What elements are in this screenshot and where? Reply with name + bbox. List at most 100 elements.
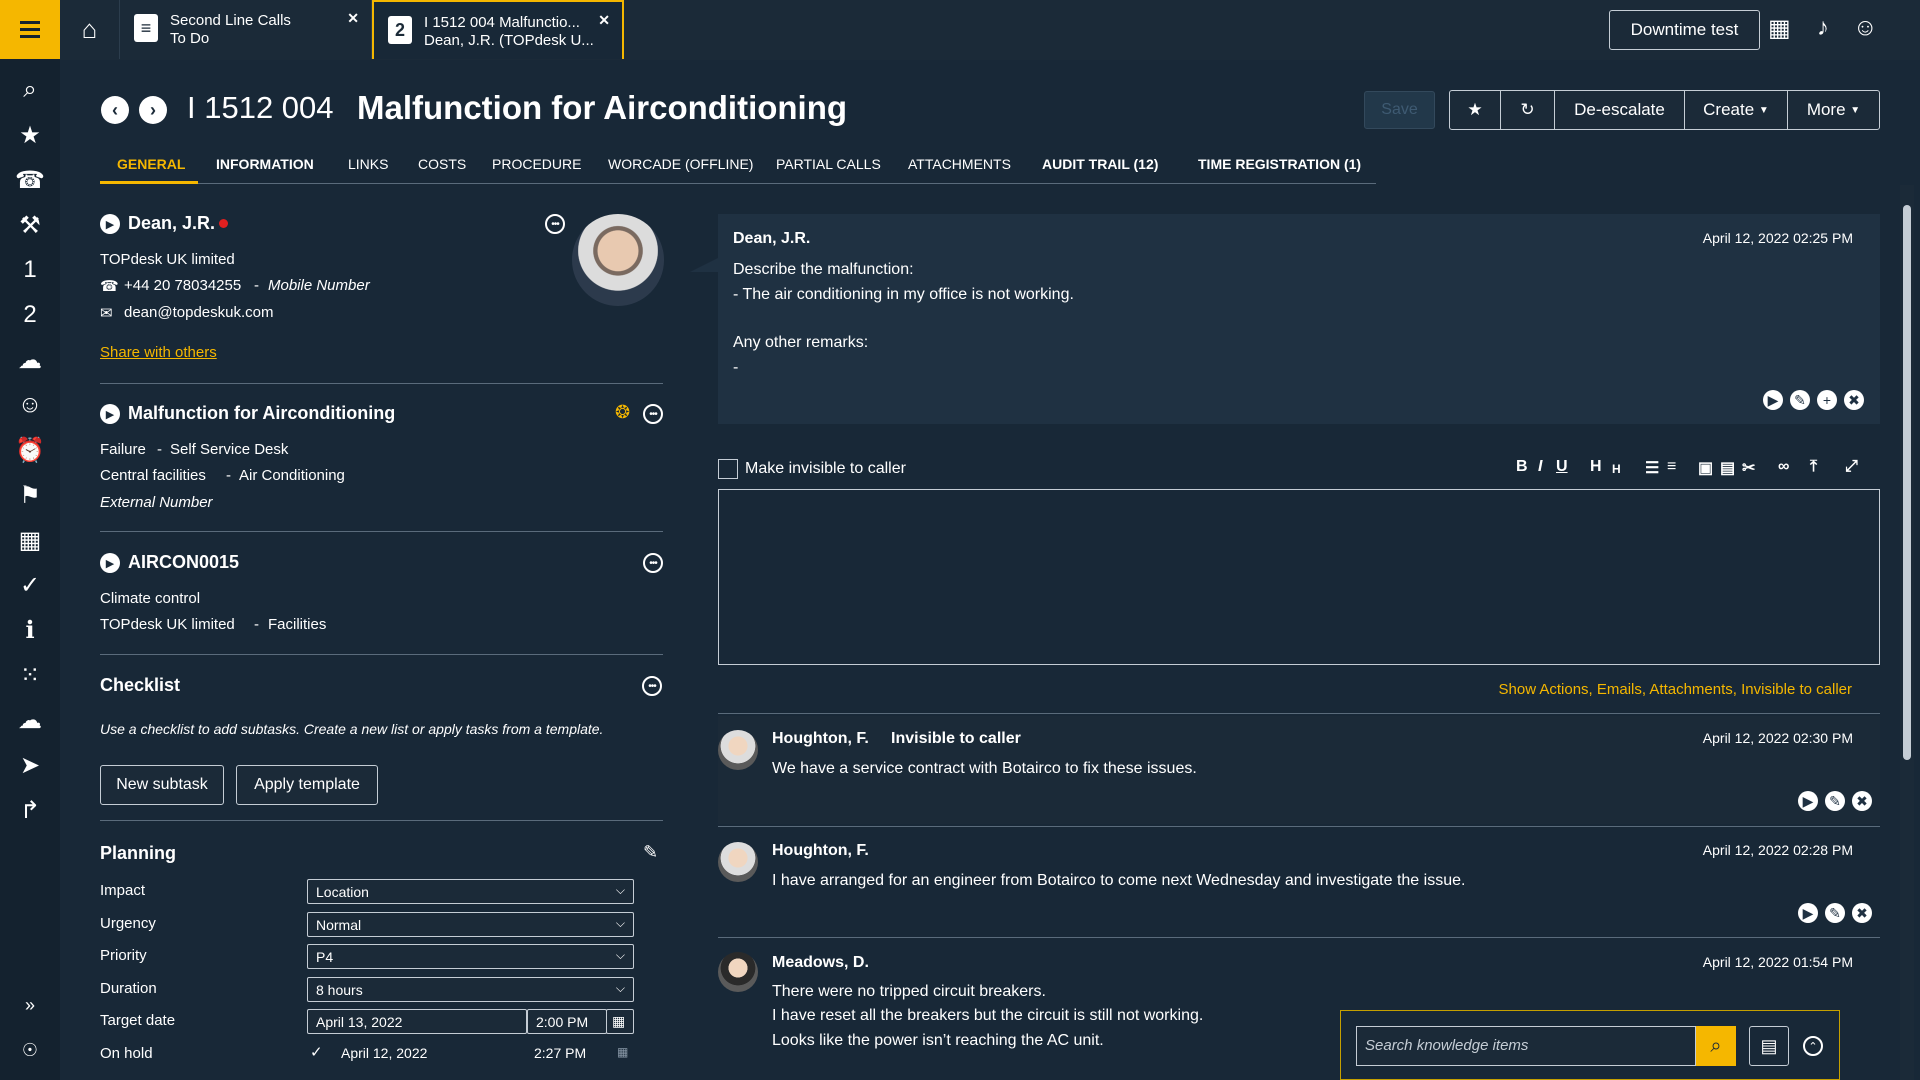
calendar-icon[interactable]: ▦ <box>0 518 60 562</box>
play-icon[interactable]: ▶ <box>1798 903 1818 923</box>
expand-icon[interactable]: ▶ <box>100 214 120 234</box>
star-icon[interactable]: ★ <box>1449 90 1501 130</box>
caller-name[interactable]: Dean, J.R. <box>128 213 215 234</box>
expand-icon[interactable]: » <box>0 983 60 1027</box>
trash-icon[interactable]: ✖ <box>1852 903 1872 923</box>
next-icon[interactable]: › <box>139 96 167 124</box>
attachment-icon[interactable]: ✂ <box>1742 458 1755 478</box>
object-id[interactable]: AIRCON0015 <box>128 552 239 573</box>
tab-partial-calls[interactable]: PARTIAL CALLS <box>776 156 881 172</box>
play-icon[interactable]: ▶ <box>1798 791 1818 811</box>
clock-icon[interactable]: ⏰ <box>0 428 60 472</box>
edit-icon[interactable]: ✎ <box>1825 903 1845 923</box>
close-icon[interactable]: ✕ <box>347 9 359 27</box>
tab-worcade[interactable]: WORCADE (OFFLINE) <box>608 156 753 172</box>
caller-email[interactable]: dean@topdeskuk.com <box>124 304 273 321</box>
urgency-select[interactable]: Normal ⌵ <box>307 912 634 937</box>
request-title[interactable]: Malfunction for Airconditioning <box>128 403 395 424</box>
target-time-input[interactable]: 2:00 PM <box>527 1009 607 1034</box>
knowledge-insert-icon[interactable]: ▤ <box>1749 1026 1789 1066</box>
search-icon[interactable]: ⌕ <box>0 68 60 112</box>
check-icon[interactable]: ✓ <box>310 1043 323 1061</box>
apply-template-button[interactable]: Apply template <box>236 765 378 805</box>
priority-select[interactable]: P4 ⌵ <box>307 944 634 969</box>
subheading-icon[interactable]: H <box>1612 462 1621 476</box>
menu-icon[interactable] <box>0 0 60 59</box>
checklist-icon[interactable]: ✓ <box>0 563 60 607</box>
deescalate-button[interactable]: De-escalate <box>1554 90 1685 130</box>
share-icon[interactable]: ↱ <box>0 788 60 832</box>
tab-time-registration[interactable]: TIME REGISTRATION (1) <box>1198 156 1361 172</box>
heading-icon[interactable]: H <box>1590 458 1602 476</box>
downtime-button[interactable]: Downtime test <box>1609 10 1760 50</box>
calendar-icon[interactable]: ▦ <box>1768 14 1791 43</box>
trash-icon[interactable]: ✖ <box>1844 390 1864 410</box>
add-icon[interactable]: + <box>1817 390 1837 410</box>
phone-icon[interactable]: ☎ <box>0 158 60 202</box>
calendar-icon[interactable]: ▦ <box>606 1009 634 1034</box>
bold-icon[interactable]: B <box>1516 458 1528 476</box>
tab-general[interactable]: GENERAL <box>117 156 185 172</box>
previous-icon[interactable]: ‹ <box>101 96 129 124</box>
play-icon[interactable]: ▶ <box>1763 390 1783 410</box>
tab-audit-trail[interactable]: AUDIT TRAIL (12) <box>1042 156 1158 172</box>
save-button[interactable]: Save <box>1364 91 1435 129</box>
bookmark-icon[interactable]: ★ <box>0 113 60 157</box>
new-subtask-button[interactable]: New subtask <box>100 765 224 805</box>
grid-icon[interactable]: ⁙ <box>0 653 60 697</box>
link-icon[interactable]: ∞ <box>1778 458 1789 476</box>
more-button[interactable]: More ▼ <box>1787 90 1880 130</box>
more-icon[interactable]: ••• <box>642 676 662 696</box>
more-icon[interactable]: ••• <box>643 404 663 424</box>
edit-icon[interactable]: ✎ <box>1825 791 1845 811</box>
duration-select[interactable]: 8 hours ⌵ <box>307 977 634 1002</box>
action-editor[interactable] <box>718 489 1880 665</box>
invisible-checkbox[interactable] <box>718 459 738 479</box>
tab-current-call[interactable]: 2 I 1512 004 Malfunctio... Dean, J.R. (T… <box>372 0 624 59</box>
send-icon[interactable]: ➤ <box>0 743 60 787</box>
user-settings-icon[interactable]: ☺ <box>1853 14 1878 42</box>
impact-select[interactable]: Location ⌵ <box>307 879 634 904</box>
tab-attachments[interactable]: ATTACHMENTS <box>908 156 1011 172</box>
search-icon[interactable]: ⌕ <box>1696 1026 1736 1066</box>
home-icon[interactable]: ⌂ <box>60 0 120 59</box>
underline-icon[interactable]: U <box>1556 458 1568 476</box>
knowledge-search-input[interactable]: Search knowledge items <box>1356 1026 1696 1066</box>
tab-costs[interactable]: COSTS <box>418 156 466 172</box>
target-date-input[interactable]: April 13, 2022 <box>307 1009 527 1034</box>
tab-second-line-calls[interactable]: ≡ Second Line Calls To Do ✕ <box>120 0 372 59</box>
pencil-icon[interactable]: ✎ <box>643 842 658 863</box>
caller-phone[interactable]: +44 20 78034255 <box>124 277 241 294</box>
edit-icon[interactable]: ✎ <box>1790 390 1810 410</box>
show-actions-filter[interactable]: Show Actions, Emails, Attachments, Invis… <box>1499 681 1853 698</box>
share-link[interactable]: Share with others <box>100 344 217 361</box>
flag-icon[interactable]: ⚑ <box>0 473 60 517</box>
person-card-icon[interactable]: ☺ <box>0 383 60 427</box>
tools-icon[interactable]: ⚒ <box>0 203 60 247</box>
fullscreen-icon[interactable]: ⤢ <box>1845 458 1858 476</box>
upload-icon[interactable]: ⤒ <box>1810 458 1817 476</box>
collapse-icon[interactable]: ⌃ <box>1803 1036 1823 1056</box>
image-icon[interactable]: ▣ <box>1698 458 1713 478</box>
cloud-icon[interactable]: ☁ <box>0 698 60 742</box>
info-icon[interactable]: ℹ <box>0 608 60 652</box>
bullet-list-icon[interactable]: ☰ <box>1645 458 1659 478</box>
compass-icon[interactable]: ☉ <box>0 1028 60 1072</box>
expand-icon[interactable]: ▶ <box>100 553 120 573</box>
trash-icon[interactable]: ✖ <box>1852 791 1872 811</box>
expand-icon[interactable]: ▶ <box>100 404 120 424</box>
close-icon[interactable]: ✕ <box>598 11 610 29</box>
tab-procedure[interactable]: PROCEDURE <box>492 156 581 172</box>
italic-icon[interactable]: I <box>1538 458 1542 476</box>
refresh-icon[interactable]: ↻ <box>1500 90 1555 130</box>
tab-links[interactable]: LINKS <box>348 156 388 172</box>
second-line-icon[interactable]: 2 <box>0 293 60 337</box>
lightbulb-icon[interactable]: ❂ <box>615 402 630 423</box>
scrollbar-thumb[interactable] <box>1903 205 1911 760</box>
create-button[interactable]: Create ▼ <box>1684 90 1788 130</box>
gallery-icon[interactable]: ▤ <box>1720 458 1735 478</box>
first-line-icon[interactable]: 1 <box>0 248 60 292</box>
bell-icon[interactable]: ♪ <box>1817 14 1829 42</box>
chat-icon[interactable]: ☁ <box>0 338 60 382</box>
tab-information[interactable]: INFORMATION <box>216 156 314 172</box>
